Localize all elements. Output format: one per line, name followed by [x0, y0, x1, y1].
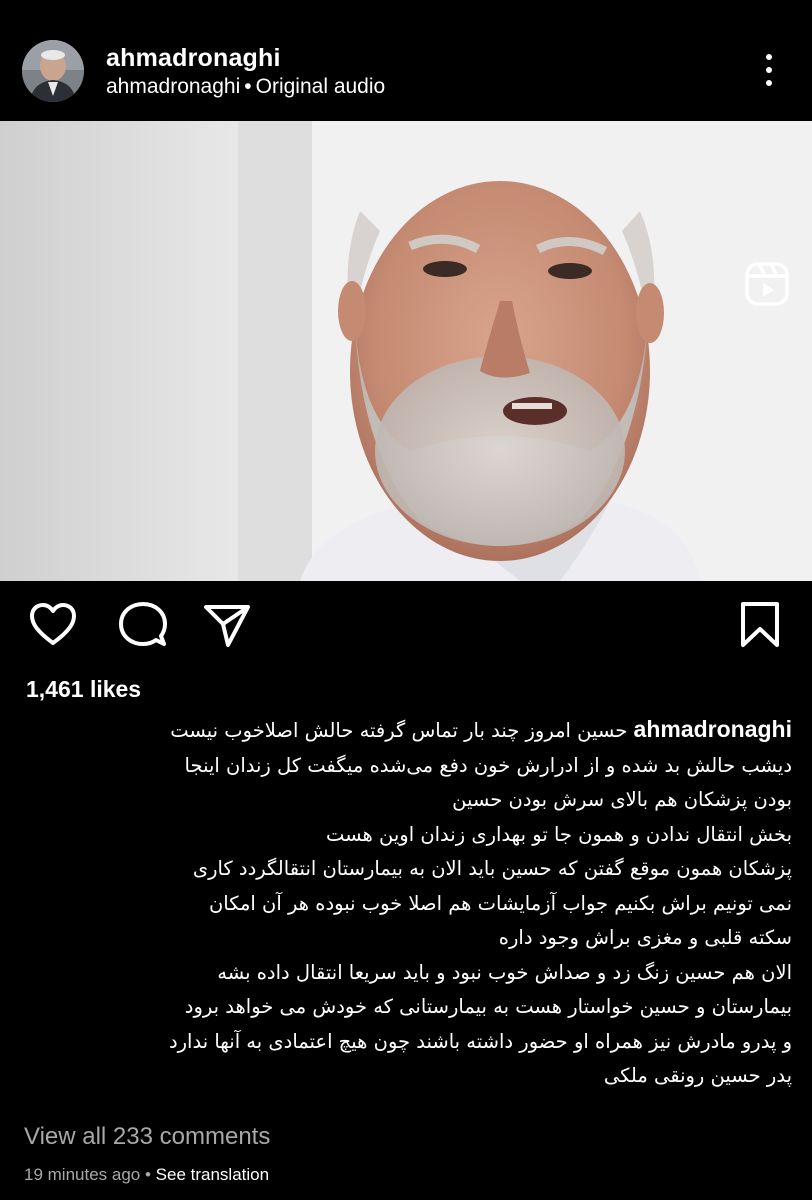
- paper-plane-icon: [204, 605, 250, 647]
- audio-subline: ahmadronaghi • Original audio: [106, 75, 385, 99]
- caption-line: بیمارستان و حسین خواستار هست به بیمارستا…: [184, 995, 792, 1018]
- audio-label[interactable]: Original audio: [256, 75, 386, 98]
- reels-icon: [745, 262, 789, 306]
- see-translation-link[interactable]: See translation: [156, 1165, 269, 1184]
- caption-line: الان هم حسین زنگ زد و صداش خوب نبود و با…: [217, 960, 792, 984]
- action-bar: [0, 600, 812, 656]
- caption-line: ahmadronaghi حسین امروز چند بار تماس گرف…: [22, 712, 792, 749]
- audio-username[interactable]: ahmadronaghi: [106, 75, 240, 98]
- like-button[interactable]: [28, 600, 78, 650]
- post-caption: ahmadronaghi حسین امروز چند بار تماس گرف…: [22, 712, 792, 1094]
- vertical-ellipsis-icon[interactable]: [752, 50, 786, 90]
- reel-video[interactable]: [0, 121, 812, 581]
- username[interactable]: ahmadronaghi: [106, 44, 281, 73]
- avatar[interactable]: [22, 40, 84, 102]
- caption-line: و پدرو مادرش نیز همراه او حضور داشته باش…: [168, 1029, 792, 1053]
- post-header: ahmadronaghi ahmadronaghi • Original audio: [0, 0, 812, 120]
- instagram-reel-post: ahmadronaghi ahmadronaghi • Original audio: [0, 0, 812, 1200]
- caption-text: حسین امروز چند بار تماس گرفته حالش اصلاخ…: [170, 719, 628, 742]
- caption-line: بخش انتقال ندادن و همون جا تو بهداری زند…: [325, 822, 792, 846]
- caption-line: سکته قلبی و مغزی براش وجود داره: [498, 926, 792, 949]
- like-count[interactable]: 1,461 likes: [26, 676, 141, 703]
- caption-line: پزشکان همون موقع گفتن که حسین باید الان …: [192, 857, 792, 880]
- view-all-comments-link[interactable]: View all 233 comments: [24, 1123, 270, 1151]
- heart-outline-icon: [30, 603, 76, 645]
- caption-line: دیشب حالش بد شده و از ادرارش خون دفع می‌…: [184, 753, 792, 777]
- save-button[interactable]: [736, 600, 786, 650]
- caption-username[interactable]: ahmadronaghi: [634, 716, 792, 742]
- profile-photo: [22, 40, 84, 102]
- caption-line: پدر حسین رونقی ملکی: [603, 1064, 792, 1087]
- post-timestamp: 19 minutes ago: [24, 1165, 141, 1184]
- bookmark-outline-icon: [741, 602, 779, 647]
- comment-button[interactable]: [118, 600, 168, 650]
- caption-line: نمی تونیم براش بکنیم جواب آزمایشات هم اص…: [208, 891, 792, 915]
- separator-dot: •: [144, 1165, 151, 1184]
- share-button[interactable]: [202, 600, 252, 650]
- video-frame: [0, 121, 812, 581]
- post-meta: 19 minutes ago • See translation: [24, 1165, 269, 1185]
- separator-dot: •: [244, 75, 252, 98]
- caption-line: بودن پزشکان هم بالای سرش بودن حسین: [452, 788, 792, 811]
- speech-bubble-icon: [119, 602, 167, 646]
